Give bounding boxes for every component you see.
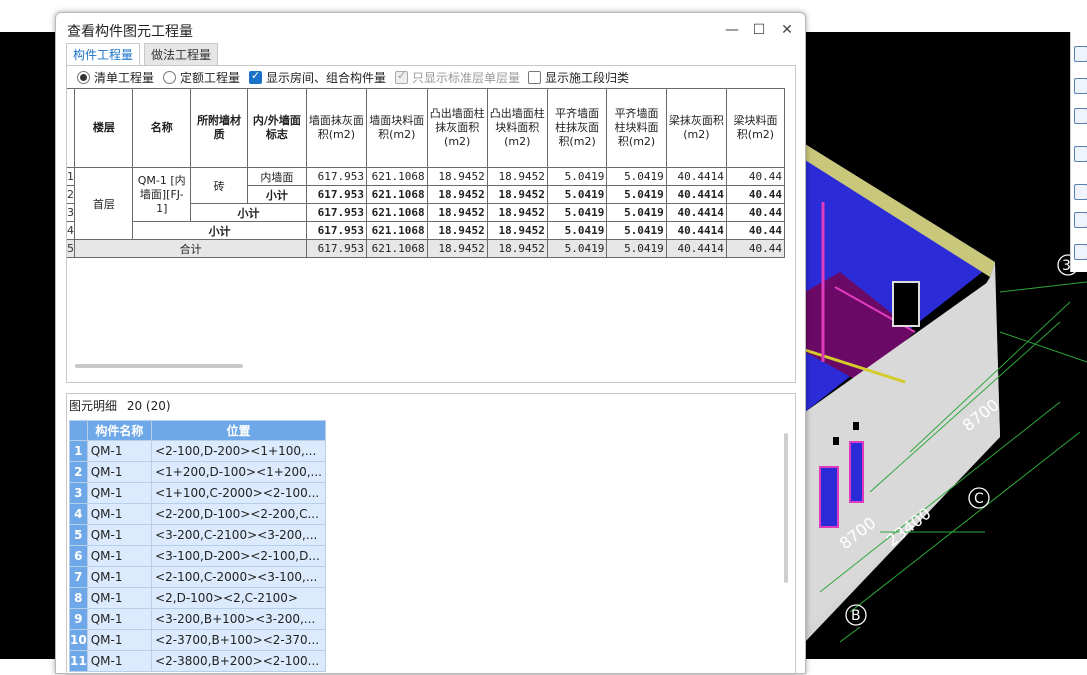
header-c7[interactable]: 梁抹灰面积(m2): [665, 88, 727, 168]
table-total-row[interactable]: 5 合计 617.953 621.1068 18.9452 18.9452 5.…: [67, 239, 785, 258]
cell-material: 砖: [190, 167, 248, 204]
header-c2[interactable]: 墙面块料面积(m2): [365, 88, 428, 168]
cell-subtotal: 小计: [246, 185, 307, 204]
header-side[interactable]: 内/外墙面标志: [246, 88, 307, 168]
header-floor[interactable]: 楼层: [74, 88, 134, 168]
detail-col-name[interactable]: 构件名称: [86, 420, 153, 441]
header-c6[interactable]: 平齐墙面柱块料面积(m2): [606, 88, 667, 168]
option-only-std-floor: 只显示标准层单层量: [395, 69, 520, 86]
option-show-segment[interactable]: 显示施工段归类: [528, 69, 629, 86]
cell-floor: 首层: [74, 167, 134, 240]
checkbox-icon[interactable]: [528, 71, 541, 84]
detail-row[interactable]: 5 QM-1 <3-200,C-2100><3-200,...: [69, 524, 326, 546]
cell-side: 内墙面: [246, 167, 307, 186]
radio-icon[interactable]: [163, 71, 176, 84]
option-show-room[interactable]: 显示房间、组合构件量: [249, 69, 386, 86]
header-c8[interactable]: 梁块料面积(m2): [725, 88, 785, 168]
detail-title: 图元明细: [69, 399, 118, 413]
detail-row[interactable]: 4 QM-1 <2-200,D-100><2-200,C...: [69, 503, 326, 525]
detail-col-pos[interactable]: 位置: [151, 420, 326, 441]
option-bar: 清单工程量 定额工程量 显示房间、组合构件量 只显示标准层单层量 显示施工段归类: [67, 66, 795, 88]
quantity-table: 楼层 名称 所附墙材质 内/外墙面标志 墙面抹灰面积(m2) 墙面块料面积(m2…: [67, 88, 785, 258]
toolbar-settings-icon[interactable]: [1074, 212, 1087, 228]
header-c5[interactable]: 平齐墙面柱抹灰面积(m2): [546, 88, 608, 168]
detail-row[interactable]: 7 QM-1 <2-100,C-2000><3-100,...: [69, 566, 326, 588]
quantity-table-viewport[interactable]: 楼层 名称 所附墙材质 内/外墙面标志 墙面抹灰面积(m2) 墙面块料面积(m2…: [67, 88, 785, 364]
detail-header: 图元明细 20 (20): [69, 397, 171, 414]
detail-count: 20 (20): [126, 399, 171, 413]
table-header-row: 楼层 名称 所附墙材质 内/外墙面标志 墙面抹灰面积(m2) 墙面块料面积(m2…: [67, 88, 785, 168]
cell-name: QM-1 [内墙面][FJ-1]: [132, 167, 192, 222]
dialog-titlebar[interactable]: 查看构件图元工程量 — ☐ ✕: [56, 13, 805, 45]
detail-row[interactable]: 3 QM-1 <1+100,C-2000><2-100...: [69, 482, 326, 504]
header-c1[interactable]: 墙面抹灰面积(m2): [305, 88, 367, 168]
tab-method-qty[interactable]: 做法工程量: [144, 43, 219, 66]
toolbar-view-icon[interactable]: [1074, 108, 1087, 124]
axis-label-c: C: [974, 491, 984, 507]
option-quota-qty[interactable]: 定额工程量: [163, 69, 240, 86]
cell-subtotal: 小计: [190, 203, 307, 222]
cell-subtotal: 小计: [132, 221, 307, 240]
radio-icon[interactable]: [77, 71, 90, 84]
quantity-dialog: 查看构件图元工程量 — ☐ ✕ 构件工程量 做法工程量 清单工程量 定额工程量 …: [55, 12, 806, 675]
axis-label-b: B: [851, 608, 861, 624]
toolbar-cloud-icon[interactable]: [1074, 46, 1087, 62]
header-c4[interactable]: 凸出墙面柱块料面积(m2): [486, 88, 548, 168]
tab-component-qty[interactable]: 构件工程量: [66, 43, 141, 67]
header-c3[interactable]: 凸出墙面柱抹灰面积(m2): [426, 88, 488, 168]
checkbox-icon[interactable]: [249, 69, 262, 84]
header-material[interactable]: 所附墙材质: [190, 88, 248, 168]
option-bill-qty[interactable]: 清单工程量: [77, 69, 154, 86]
minimize-icon[interactable]: —: [721, 19, 743, 41]
detail-row[interactable]: 2 QM-1 <1+200,D-100><1+200,...: [69, 461, 326, 483]
table-row[interactable]: 1 首层 QM-1 [内墙面][FJ-1] 砖 内墙面 617.953 621.…: [67, 167, 785, 240]
dialog-title: 查看构件图元工程量: [67, 24, 193, 40]
detail-row[interactable]: 1 QM-1 <2-100,D-200><1+100,...: [69, 440, 326, 462]
horizontal-scrollbar[interactable]: [75, 364, 243, 368]
cell-total: 合计: [74, 239, 307, 258]
toolbar-3d-icon[interactable]: [1074, 146, 1087, 162]
toolbar-list-icon[interactable]: [1074, 244, 1087, 260]
close-icon[interactable]: ✕: [776, 19, 798, 41]
detail-row[interactable]: 11 QM-1 <2-3800,B+200><2-100...: [69, 650, 326, 672]
right-toolbar: [1070, 32, 1087, 272]
detail-row[interactable]: 9 QM-1 <3-200,B+100><3-200,...: [69, 608, 326, 630]
detail-row[interactable]: 10 QM-1 <2-3700,B+100><2-370...: [69, 629, 326, 651]
detail-table: 构件名称 位置 1 QM-1 <2-100,D-200><1+100,... 2 QM…: [69, 420, 326, 672]
checkbox-icon: [395, 69, 408, 84]
toolbar-frame-icon[interactable]: [1074, 184, 1087, 200]
detail-row[interactable]: 8 QM-1 <2,D-100><2,C-2100>: [69, 587, 326, 609]
vertical-scrollbar[interactable]: [784, 433, 788, 583]
detail-table-viewport[interactable]: 构件名称 位置 1 QM-1 <2-100,D-200><1+100,... 2 QM…: [69, 420, 326, 672]
quantity-panel: 清单工程量 定额工程量 显示房间、组合构件量 只显示标准层单层量 显示施工段归类: [66, 65, 796, 383]
header-name[interactable]: 名称: [132, 88, 192, 168]
toolbar-2d-icon[interactable]: [1074, 78, 1087, 94]
table-row[interactable]: 4 小计 617.953 621.1068 18.9452 18.9452 5.…: [67, 221, 785, 240]
detail-row[interactable]: 6 QM-1 <3-100,D-200><2-100,D...: [69, 545, 326, 567]
detail-header-row: 构件名称 位置: [69, 420, 326, 441]
maximize-icon[interactable]: ☐: [748, 19, 770, 41]
